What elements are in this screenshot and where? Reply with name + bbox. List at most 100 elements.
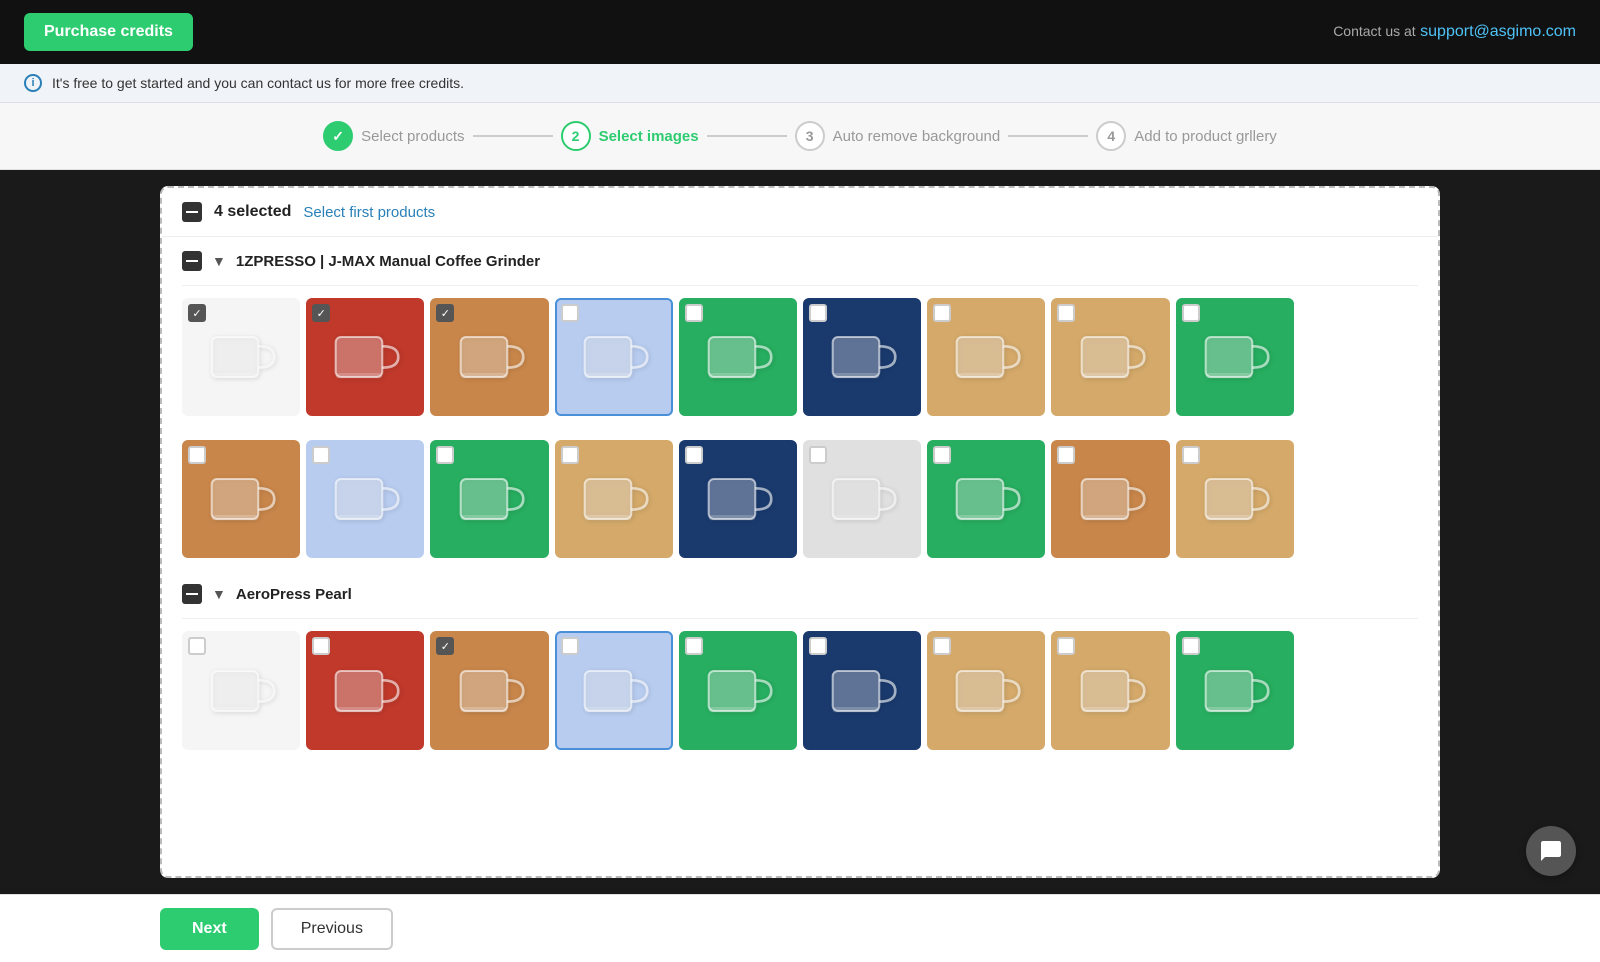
chat-bubble-button[interactable] (1526, 826, 1576, 876)
steps-bar: ✓ Select products 2 Select images 3 Auto… (0, 103, 1600, 170)
product-2-chevron-icon[interactable]: ▼ (212, 586, 226, 602)
image-item[interactable] (430, 440, 548, 558)
image-item[interactable] (927, 298, 1045, 416)
step-3-label: Auto remove background (833, 128, 1001, 145)
mug-thumbnail (184, 633, 298, 747)
product-1-row-1 (182, 286, 1418, 428)
contact-info: Contact us at support@asgimo.com (1333, 23, 1576, 41)
mug-thumbnail (1053, 633, 1167, 747)
image-item[interactable] (555, 631, 673, 749)
step-divider-1 (473, 135, 553, 137)
mug-thumbnail (557, 633, 671, 747)
mug-thumbnail (929, 442, 1043, 556)
image-item[interactable] (430, 631, 548, 749)
image-item[interactable] (1176, 298, 1294, 416)
contact-email-address[interactable]: support@asgimo.com (1420, 23, 1576, 40)
mug-thumbnail (184, 300, 298, 414)
image-item[interactable] (555, 298, 673, 416)
mug-thumbnail (432, 442, 546, 556)
mug-thumbnail (681, 633, 795, 747)
deselect-all-button[interactable] (182, 202, 202, 222)
product-2-row-1 (182, 619, 1418, 761)
mug-thumbnail (1178, 633, 1292, 747)
image-item[interactable] (1176, 440, 1294, 558)
bottom-nav: Next Previous (0, 894, 1600, 962)
previous-button[interactable]: Previous (271, 908, 393, 950)
image-item[interactable] (679, 298, 797, 416)
image-item[interactable] (182, 631, 300, 749)
mug-thumbnail (432, 633, 546, 747)
mug-thumbnail (184, 442, 298, 556)
image-item[interactable] (679, 631, 797, 749)
image-item[interactable] (306, 298, 424, 416)
mug-thumbnail (805, 300, 919, 414)
image-item[interactable] (306, 631, 424, 749)
selection-header: 4 selected Select first products (162, 188, 1438, 237)
step-1[interactable]: ✓ Select products (323, 121, 464, 151)
step-1-circle: ✓ (323, 121, 353, 151)
step-2-circle: 2 (561, 121, 591, 151)
header: Purchase credits Contact us at support@a… (0, 0, 1600, 64)
mug-thumbnail (805, 633, 919, 747)
mug-thumbnail (557, 300, 671, 414)
mug-thumbnail (308, 633, 422, 747)
selected-count: 4 selected (214, 203, 291, 221)
mug-thumbnail (681, 300, 795, 414)
image-item[interactable] (182, 298, 300, 416)
step-2[interactable]: 2 Select images (561, 121, 699, 151)
mug-thumbnail (432, 300, 546, 414)
mug-thumbnail (805, 442, 919, 556)
step-4-label: Add to product grllery (1134, 128, 1277, 145)
image-item[interactable] (1051, 631, 1169, 749)
image-item[interactable] (1051, 440, 1169, 558)
info-icon: i (24, 74, 42, 92)
purchase-credits-button[interactable]: Purchase credits (24, 13, 193, 51)
mug-thumbnail (929, 300, 1043, 414)
step-2-label: Select images (599, 128, 699, 145)
product-1-row-2 (182, 428, 1418, 570)
mug-thumbnail (308, 442, 422, 556)
image-item[interactable] (927, 631, 1045, 749)
image-item[interactable] (430, 298, 548, 416)
mug-thumbnail (557, 442, 671, 556)
mug-thumbnail (1178, 442, 1292, 556)
contact-label: Contact us at (1333, 23, 1416, 39)
step-4-circle: 4 (1096, 121, 1126, 151)
product-2-title: AeroPress Pearl (236, 586, 352, 603)
image-item[interactable] (1051, 298, 1169, 416)
image-item[interactable] (306, 440, 424, 558)
step-3-circle: 3 (795, 121, 825, 151)
step-divider-3 (1008, 135, 1088, 137)
product-section-2: ▼ AeroPress Pearl (162, 570, 1438, 761)
product-1-header: ▼ 1ZPRESSO | J-MAX Manual Coffee Grinder (182, 237, 1418, 286)
image-item[interactable] (803, 631, 921, 749)
product-section-1: ▼ 1ZPRESSO | J-MAX Manual Coffee Grinder (162, 237, 1438, 570)
image-item[interactable] (679, 440, 797, 558)
product-2-deselect-button[interactable] (182, 584, 202, 604)
product-1-title: 1ZPRESSO | J-MAX Manual Coffee Grinder (236, 253, 540, 270)
select-first-products-link[interactable]: Select first products (303, 204, 435, 221)
next-button[interactable]: Next (160, 908, 259, 950)
image-item[interactable] (1176, 631, 1294, 749)
mug-thumbnail (308, 300, 422, 414)
info-message: It's free to get started and you can con… (52, 75, 464, 91)
image-item[interactable] (182, 440, 300, 558)
image-item[interactable] (803, 440, 921, 558)
image-item[interactable] (927, 440, 1045, 558)
product-1-deselect-button[interactable] (182, 251, 202, 271)
step-divider-2 (707, 135, 787, 137)
content-card: 4 selected Select first products ▼ 1ZPRE… (160, 186, 1440, 878)
step-3: 3 Auto remove background (795, 121, 1001, 151)
step-4: 4 Add to product grllery (1096, 121, 1277, 151)
mug-thumbnail (1053, 442, 1167, 556)
chat-icon (1539, 839, 1563, 863)
step-1-label: Select products (361, 128, 464, 145)
mug-thumbnail (1053, 300, 1167, 414)
product-1-chevron-icon[interactable]: ▼ (212, 253, 226, 269)
image-item[interactable] (555, 440, 673, 558)
mug-thumbnail (681, 442, 795, 556)
product-2-header: ▼ AeroPress Pearl (182, 570, 1418, 619)
mug-thumbnail (1178, 300, 1292, 414)
image-item[interactable] (803, 298, 921, 416)
mug-thumbnail (929, 633, 1043, 747)
